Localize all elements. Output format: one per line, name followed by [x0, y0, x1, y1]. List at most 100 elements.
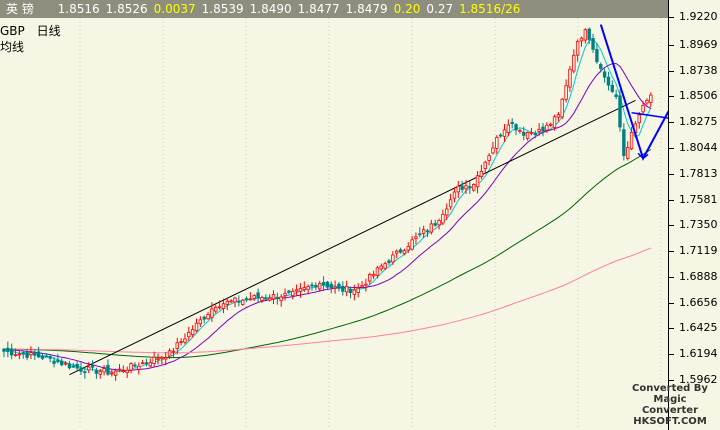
y-tick-label: 1.6194: [679, 347, 718, 361]
candle-body: [148, 362, 152, 367]
candle-body: [464, 185, 468, 190]
ma-long-line: [4, 247, 652, 354]
candle-body: [456, 185, 460, 193]
candle-body: [471, 184, 476, 191]
candle-body: [240, 299, 245, 305]
quote-field: 0.20: [393, 2, 421, 16]
candle-body: [244, 298, 249, 300]
candle-body: [541, 126, 545, 132]
candle-body: [9, 348, 14, 356]
candle-body: [614, 94, 618, 97]
candle-body: [279, 296, 283, 302]
candle-body: [187, 331, 191, 338]
candle-body: [171, 350, 176, 353]
y-tick-label: 1.8506: [679, 89, 718, 103]
candle-body: [602, 71, 607, 78]
quote-fields: 1.8516 1.8526 0.0037 1.8539 1.8490 1.8477 1.84…: [44, 0, 521, 18]
quote-field: 1.8516/26: [459, 2, 521, 16]
candle-body: [160, 356, 164, 359]
candle-body: [252, 295, 256, 299]
candle-body: [429, 223, 434, 233]
candle-body: [618, 95, 622, 128]
quote-field: 1.8539: [201, 2, 244, 16]
pattern-inner-line: [631, 111, 668, 119]
candle-body: [152, 356, 156, 364]
candle-body: [29, 352, 33, 356]
candle-body: [333, 286, 337, 289]
candle-body: [90, 365, 95, 368]
candle-body: [587, 28, 591, 40]
candle-body: [329, 283, 333, 288]
ma-mid-line: [3, 62, 652, 372]
y-tick-mark: [669, 277, 674, 278]
y-tick-label: 1.7581: [679, 192, 718, 206]
quote-field: 1.8490: [249, 2, 292, 16]
y-tick-mark: [669, 45, 674, 46]
candle-body: [379, 265, 383, 270]
candle-body: [344, 286, 349, 293]
candle-body: [175, 342, 179, 349]
candle-body: [321, 282, 326, 286]
candlesticks: [2, 27, 653, 381]
quote-field: 1.8526: [105, 2, 148, 16]
y-tick-mark: [669, 303, 674, 304]
candle-body: [113, 370, 118, 376]
candle-body: [460, 185, 464, 190]
candle-body: [310, 284, 314, 287]
candle-body: [140, 362, 145, 365]
candle-body: [414, 236, 418, 239]
candle-body: [599, 64, 603, 69]
candle-body: [206, 314, 210, 320]
candle-body: [167, 350, 172, 357]
candle-body: [402, 250, 407, 255]
candle-body: [487, 155, 491, 161]
y-tick-mark: [669, 225, 674, 226]
candle-body: [518, 130, 522, 133]
candle-body: [94, 369, 99, 374]
candle-body: [221, 303, 226, 309]
y-tick-label: 1.8969: [679, 37, 718, 51]
candle-body: [260, 297, 264, 301]
price-chart: [2, 18, 668, 430]
candle-body: [391, 254, 395, 263]
candle-body: [63, 362, 68, 365]
y-tick-label: 1.8275: [679, 115, 718, 129]
candle-body: [121, 370, 126, 373]
candle-body: [337, 283, 341, 289]
y-tick-label: 1.8044: [679, 140, 718, 154]
trendline: [69, 99, 636, 376]
grid: [79, 18, 662, 430]
candle-body: [406, 246, 410, 251]
watermark-line3: HKSOFT.COM: [633, 416, 707, 427]
candle-body: [217, 306, 222, 309]
y-tick-mark: [669, 200, 674, 201]
candle-body: [445, 208, 449, 216]
candle-body: [564, 85, 568, 100]
quote-field: 1.8479: [345, 2, 388, 16]
candle-body: [233, 297, 237, 303]
candle-body: [645, 99, 649, 104]
symbol-period: 日线: [36, 24, 61, 38]
instrument-name: 英 镑: [6, 2, 34, 16]
candle-body: [144, 362, 149, 365]
candle-body: [418, 233, 422, 236]
y-tick-label: 1.7119: [679, 244, 718, 258]
y-tick-mark: [669, 251, 674, 252]
candle-body: [248, 298, 253, 301]
candle-body: [572, 54, 576, 72]
y-tick-mark: [669, 17, 674, 18]
candle-body: [79, 367, 83, 372]
candle-body: [479, 170, 484, 177]
candle-body: [117, 368, 122, 371]
candle-body: [179, 341, 183, 343]
candle-body: [67, 363, 72, 369]
candle-body: [506, 124, 511, 133]
y-tick-mark: [669, 380, 674, 381]
candle-body: [398, 249, 403, 253]
candle-body: [2, 348, 6, 352]
candle-body: [622, 129, 626, 156]
candle-body: [441, 213, 445, 224]
candle-body: [194, 322, 199, 332]
candle-body: [475, 175, 480, 188]
ma-fast-line: [3, 39, 652, 373]
